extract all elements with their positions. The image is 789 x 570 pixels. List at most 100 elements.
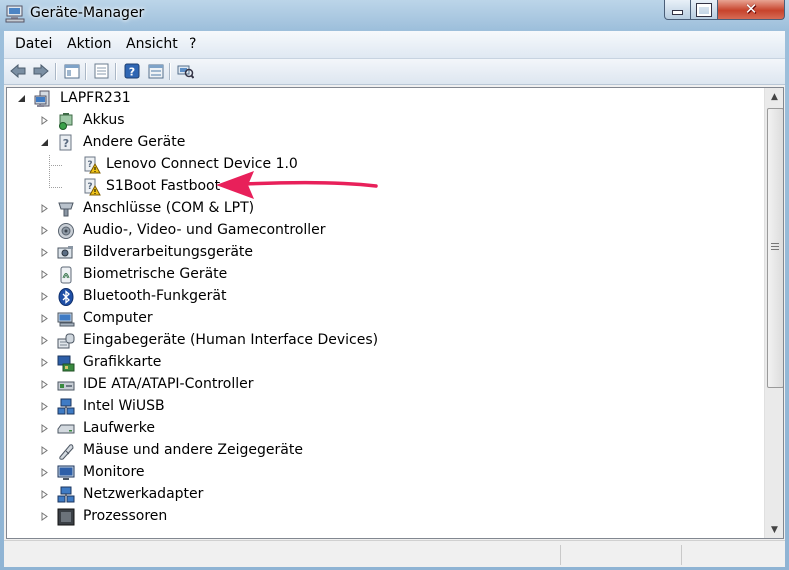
computer-icon xyxy=(34,90,52,108)
collapsed-arrow-icon[interactable] xyxy=(40,379,49,390)
tree-item-label: IDE ATA/ATAPI-Controller xyxy=(83,376,254,392)
camera-icon xyxy=(57,244,75,262)
scroll-thumb[interactable] xyxy=(767,108,783,388)
hid-icon xyxy=(57,332,75,350)
tree-item-anschluesse[interactable]: Anschlüsse (COM & LPT) xyxy=(7,198,762,220)
collapsed-arrow-icon[interactable] xyxy=(40,423,49,434)
tree-item-label: Akkus xyxy=(83,112,125,128)
menu-ansicht[interactable]: Ansicht xyxy=(126,36,178,52)
tree-item-prozessoren[interactable]: Prozessoren xyxy=(7,506,762,528)
collapsed-arrow-icon[interactable] xyxy=(40,357,49,368)
tree-root[interactable]: LAPFR231 xyxy=(7,88,762,110)
maximize-icon xyxy=(696,2,712,17)
tree-item-label: Computer xyxy=(83,310,153,326)
unknown-device-icon: ? xyxy=(57,134,75,152)
tree-item-akkus[interactable]: Akkus xyxy=(7,110,762,132)
tree-item-computer[interactable]: Computer xyxy=(7,308,762,330)
minimize-button[interactable] xyxy=(664,0,691,20)
computer-icon xyxy=(57,310,75,328)
collapsed-arrow-icon[interactable] xyxy=(40,511,49,522)
expanded-arrow-icon[interactable] xyxy=(17,93,26,104)
ide-controller-icon xyxy=(57,376,75,394)
collapsed-arrow-icon[interactable] xyxy=(40,335,49,346)
expanded-arrow-icon[interactable] xyxy=(40,137,49,148)
properties-button[interactable] xyxy=(93,63,110,79)
forward-button[interactable] xyxy=(32,63,49,79)
annotation-arrow xyxy=(216,171,378,199)
warning-device-icon: ? xyxy=(83,178,101,196)
collapsed-arrow-icon[interactable] xyxy=(40,225,49,236)
status-panel xyxy=(560,545,681,565)
collapsed-arrow-icon[interactable] xyxy=(40,115,49,126)
show-hide-console-tree-button[interactable] xyxy=(63,63,80,79)
scroll-down-button[interactable]: ▼ xyxy=(765,521,783,538)
tree-item-laufwerke[interactable]: Laufwerke xyxy=(7,418,762,440)
tree-child-s1boot-fastboot[interactable]: ? S1Boot Fastboot xyxy=(7,176,762,198)
window-title: Geräte-Manager xyxy=(30,5,145,21)
tree-item-label: Grafikkarte xyxy=(83,354,162,370)
tree-item-label: Audio-, Video- und Gamecontroller xyxy=(83,222,326,238)
tree-item-label: Andere Geräte xyxy=(83,134,186,150)
tree-item-ide-ata[interactable]: IDE ATA/ATAPI-Controller xyxy=(7,374,762,396)
collapsed-arrow-icon[interactable] xyxy=(40,445,49,456)
help-button[interactable]: ? xyxy=(123,63,140,79)
chevron-up-icon: ▲ xyxy=(771,91,778,102)
tree-item-netzwerkadapter[interactable]: Netzwerkadapter xyxy=(7,484,762,506)
tree-item-label: S1Boot Fastboot xyxy=(106,178,221,194)
tree-item-label: Prozessoren xyxy=(83,508,168,524)
minimize-icon xyxy=(672,10,683,15)
help-icon: ? xyxy=(124,63,139,79)
mouse-icon xyxy=(57,442,75,460)
collapsed-arrow-icon[interactable] xyxy=(40,313,49,324)
tree-item-label: Eingabegeräte (Human Interface Devices) xyxy=(83,332,379,348)
tree-item-biometrisch[interactable]: Biometrische Geräte xyxy=(7,264,762,286)
tree-item-audio-video[interactable]: Audio-, Video- und Gamecontroller xyxy=(7,220,762,242)
update-driver-button[interactable] xyxy=(147,63,164,79)
svg-text:?: ? xyxy=(128,66,134,79)
vertical-scrollbar[interactable]: ▲ ▼ xyxy=(764,88,783,538)
toolbar-separator xyxy=(55,63,57,80)
collapsed-arrow-icon[interactable] xyxy=(40,247,49,258)
menu-help[interactable]: ? xyxy=(189,36,196,52)
tree-item-bildverarbeitung[interactable]: Bildverarbeitungsgeräte xyxy=(7,242,762,264)
tree-item-label: Bildverarbeitungsgeräte xyxy=(83,244,254,260)
tree-item-label: Monitore xyxy=(83,464,145,480)
scroll-grip xyxy=(771,246,779,247)
tree-item-andere-geraete[interactable]: ? Andere Geräte xyxy=(7,132,762,154)
network-icon xyxy=(57,398,75,416)
device-tree[interactable]: LAPFR231 Akkus ? Andere Geräte ? Lenovo … xyxy=(6,87,784,539)
tree-item-intel-wiusb[interactable]: Intel WiUSB xyxy=(7,396,762,418)
menu-aktion[interactable]: Aktion xyxy=(67,36,112,52)
tree-item-label: Anschlüsse (COM & LPT) xyxy=(83,200,255,216)
tree-item-label: Biometrische Geräte xyxy=(83,266,228,282)
scroll-up-button[interactable]: ▲ xyxy=(765,88,783,105)
tree-item-eingabegeraete[interactable]: Eingabegeräte (Human Interface Devices) xyxy=(7,330,762,352)
scroll-grip xyxy=(771,243,779,244)
tree-item-monitore[interactable]: Monitore xyxy=(7,462,762,484)
close-button[interactable]: ✕ xyxy=(717,0,785,20)
collapsed-arrow-icon[interactable] xyxy=(40,203,49,214)
collapsed-arrow-icon[interactable] xyxy=(40,269,49,280)
scroll-grip xyxy=(771,249,779,250)
tree-item-label: Laufwerke xyxy=(83,420,155,436)
tree-item-grafikkarte[interactable]: Grafikkarte xyxy=(7,352,762,374)
collapsed-arrow-icon[interactable] xyxy=(40,291,49,302)
collapsed-arrow-icon[interactable] xyxy=(40,401,49,412)
title-bar[interactable]: Geräte-Manager ✕ xyxy=(0,0,789,30)
svg-text:?: ? xyxy=(87,182,92,192)
back-button[interactable] xyxy=(9,63,26,79)
menu-datei[interactable]: Datei xyxy=(15,36,52,52)
maximize-button[interactable] xyxy=(690,0,718,20)
properties-icon xyxy=(94,63,109,79)
tree-item-bluetooth[interactable]: Bluetooth-Funkgerät xyxy=(7,286,762,308)
scan-hardware-icon xyxy=(177,65,194,79)
collapsed-arrow-icon[interactable] xyxy=(40,489,49,500)
scan-hardware-button[interactable] xyxy=(177,63,194,79)
collapsed-arrow-icon[interactable] xyxy=(40,467,49,478)
status-panel xyxy=(681,545,782,565)
tree-child-lenovo-connect-device[interactable]: ? Lenovo Connect Device 1.0 xyxy=(7,154,762,176)
tree-item-label: Netzwerkadapter xyxy=(83,486,204,502)
bluetooth-icon xyxy=(57,288,75,306)
svg-text:?: ? xyxy=(63,137,69,150)
tree-item-maeuse[interactable]: Mäuse und andere Zeigegeräte xyxy=(7,440,762,462)
